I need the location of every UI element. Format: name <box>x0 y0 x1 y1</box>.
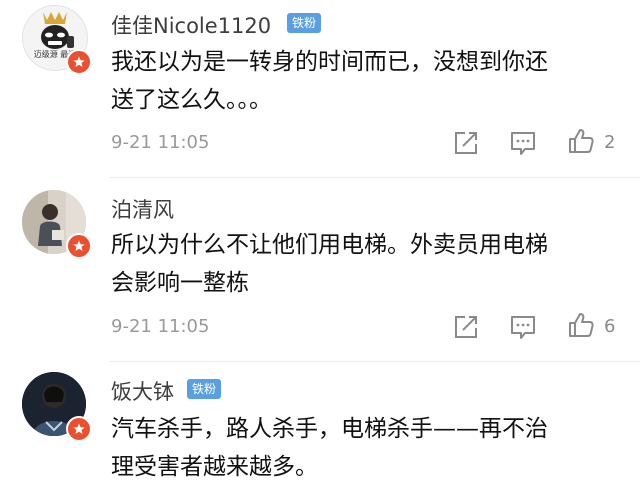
fan-tag: 铁粉 <box>287 13 322 33</box>
comment-icon[interactable] <box>510 130 536 156</box>
like-icon[interactable] <box>568 128 594 154</box>
share-icon[interactable] <box>453 130 479 156</box>
like-count: 6 <box>604 316 616 337</box>
comment-icon[interactable] <box>510 314 536 340</box>
verified-badge <box>66 416 92 442</box>
comment-text-line: 理受害者越来越多。 <box>111 454 318 480</box>
comment-text-line: 我还以为是一转身的时间而已，没想到你还 <box>111 49 548 75</box>
comment-text: 我还以为是一转身的时间而已，没想到你还 送了这么久。。。 <box>111 43 621 119</box>
username[interactable]: 饭大钵 <box>111 376 174 406</box>
comment-time: 9-21 11:05 <box>111 316 210 337</box>
comment-text: 所以为什么不让他们用电梯。外卖员用电梯 会影响一整栋 <box>111 226 621 302</box>
comment-text-line: 送了这么久。。。 <box>111 87 272 113</box>
comment-text-line: 所以为什么不让他们用电梯。外卖员用电梯 <box>111 232 548 258</box>
fan-tag: 铁粉 <box>187 379 222 399</box>
verified-badge <box>66 49 92 75</box>
like-icon[interactable] <box>568 312 594 338</box>
comment-time: 9-21 11:05 <box>111 132 210 153</box>
divider <box>110 177 640 178</box>
badge-star-icon <box>73 240 85 251</box>
username[interactable]: 佳佳Nicole1120 <box>111 10 271 40</box>
like-count: 2 <box>604 132 616 153</box>
badge-star-icon <box>73 56 85 67</box>
username[interactable]: 泊清风 <box>111 194 174 224</box>
comment-text-line: 汽车杀手，路人杀手，电梯杀手——再不治 <box>111 416 548 442</box>
divider <box>110 361 640 362</box>
badge-star-icon <box>73 423 85 434</box>
share-icon[interactable] <box>453 314 479 340</box>
comment-text: 汽车杀手，路人杀手，电梯杀手——再不治 理受害者越来越多。 <box>111 410 621 486</box>
verified-badge <box>66 233 92 259</box>
comment-text-line: 会影响一整栋 <box>111 270 249 296</box>
